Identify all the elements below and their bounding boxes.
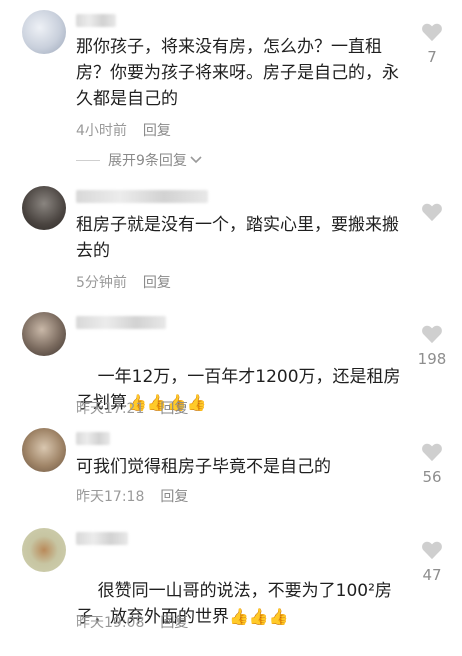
comment-text: 很赞同一山哥的说法，不要为了100²房子，放弃外面的世界👍👍👍 <box>76 552 406 656</box>
comment-meta: 昨天17:21 回复 <box>76 398 188 418</box>
comment-meta: 5分钟前 回复 <box>76 272 171 292</box>
avatar[interactable] <box>22 186 66 230</box>
comment-time: 昨天17:18 <box>76 489 145 505</box>
comment-time: 昨天19:08 <box>76 615 145 631</box>
chevron-down-icon <box>190 156 202 164</box>
avatar[interactable] <box>22 528 66 572</box>
heart-icon <box>422 443 442 462</box>
avatar[interactable] <box>22 428 66 472</box>
like-button[interactable]: 47 <box>412 540 452 584</box>
username-blurred[interactable] <box>76 532 128 545</box>
username-blurred[interactable] <box>76 432 110 445</box>
heart-icon <box>422 203 442 222</box>
heart-icon <box>422 23 442 42</box>
thumbs-up-emoji: 👍👍👍 <box>229 607 289 626</box>
comment-time: 5分钟前 <box>76 275 127 291</box>
comment-time: 4小时前 <box>76 123 127 139</box>
like-count: 7 <box>427 48 437 66</box>
comment-text: 租房子就是没有一个，踏实心里，要搬来搬去的 <box>76 215 399 261</box>
like-button[interactable]: 56 <box>412 442 452 486</box>
comment-text: 可我们觉得租房子毕竟不是自己的 <box>76 457 331 477</box>
comment-meta: 昨天17:18 回复 <box>76 486 188 506</box>
like-count: 198 <box>417 350 447 368</box>
reply-button[interactable]: 回复 <box>160 615 188 631</box>
comment-text: 一年12万，一百年才1200万，还是租房子划算👍👍👍👍 <box>76 338 406 442</box>
divider <box>76 159 100 161</box>
reply-button[interactable]: 回复 <box>160 401 188 417</box>
username-blurred[interactable] <box>76 14 116 27</box>
avatar[interactable] <box>22 10 66 54</box>
expand-replies-label: 展开9条回复 <box>108 153 187 169</box>
username-blurred[interactable] <box>76 190 208 203</box>
comment-text: 那你孩子，将来没有房，怎么办？一直租房？你要为孩子将来呀。房子是自己的，永久都是… <box>76 37 399 109</box>
comment-meta: 昨天19:08 回复 <box>76 612 188 632</box>
heart-icon <box>422 541 442 560</box>
like-button[interactable] <box>412 202 452 228</box>
like-count: 56 <box>422 468 442 486</box>
comment-time: 昨天17:21 <box>76 401 145 417</box>
like-button[interactable]: 7 <box>412 22 452 66</box>
comment-meta: 4小时前 回复 <box>76 120 171 140</box>
expand-replies-button[interactable]: 展开9条回复 <box>76 150 202 170</box>
heart-icon <box>422 325 442 344</box>
reply-button[interactable]: 回复 <box>143 275 171 291</box>
reply-button[interactable]: 回复 <box>160 489 188 505</box>
like-button[interactable]: 198 <box>412 324 452 368</box>
reply-button[interactable]: 回复 <box>143 123 171 139</box>
like-count: 47 <box>422 566 442 584</box>
username-blurred[interactable] <box>76 316 166 329</box>
avatar[interactable] <box>22 312 66 356</box>
